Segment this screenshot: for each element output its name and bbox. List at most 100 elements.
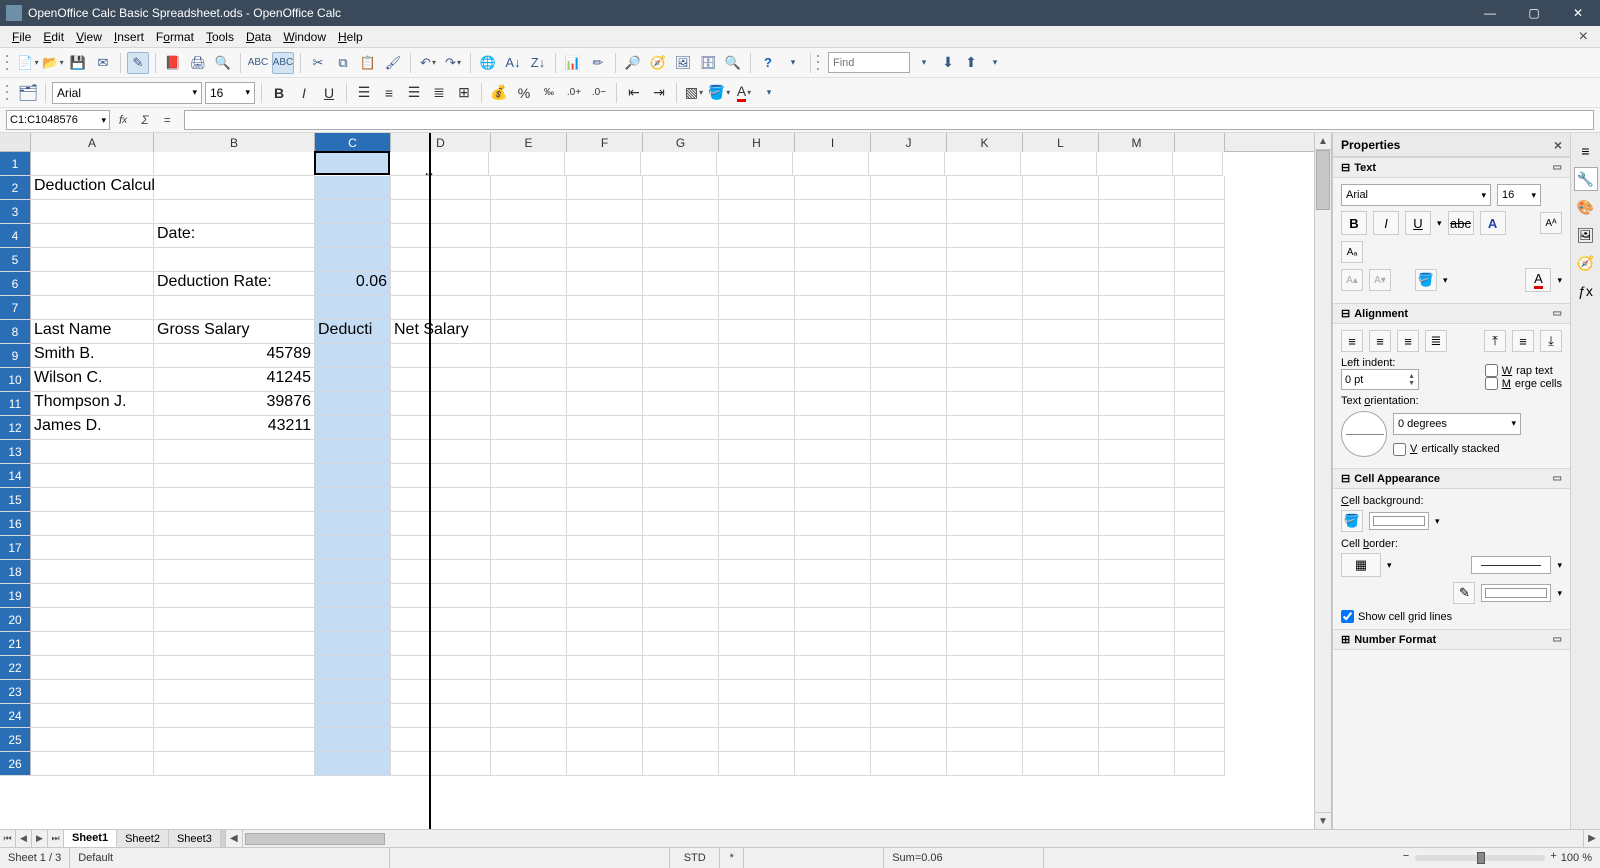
cell-E26[interactable] [491,752,567,776]
cell-J19[interactable] [871,584,947,608]
cell-M7[interactable] [1099,296,1175,320]
cell-B22[interactable] [154,656,315,680]
cell-E16[interactable] [491,512,567,536]
find-button[interactable]: 🔎 [622,52,644,74]
cell-E25[interactable] [491,728,567,752]
cell-I3[interactable] [795,200,871,224]
cell-I4[interactable] [795,224,871,248]
cell-M19[interactable] [1099,584,1175,608]
print-preview-button[interactable]: 🔍 [212,52,234,74]
cell-I7[interactable] [795,296,871,320]
cell-K11[interactable] [947,392,1023,416]
edit-mode-button[interactable]: ✎ [127,52,149,74]
sidebar-tab-functions[interactable]: ƒx [1574,279,1598,303]
cell-B2[interactable] [154,176,315,200]
cell-G7[interactable] [643,296,719,320]
cell-E15[interactable] [491,488,567,512]
cell-M4[interactable] [1099,224,1175,248]
bold-button[interactable]: B [268,82,290,104]
cell-M23[interactable] [1099,680,1175,704]
cell-N7[interactable] [1175,296,1225,320]
cell-G2[interactable] [643,176,719,200]
cell-D20[interactable] [391,608,491,632]
cell-L15[interactable] [1023,488,1099,512]
row-header-16[interactable]: 16 [0,512,31,536]
cell-C16[interactable] [315,512,391,536]
cell-C13[interactable] [315,440,391,464]
row-header-3[interactable]: 3 [0,200,31,224]
cell-B11[interactable]: 39876 [154,392,315,416]
row-header-25[interactable]: 25 [0,728,31,752]
cell-D21[interactable] [391,632,491,656]
cell-C12[interactable] [315,416,391,440]
cell-L2[interactable] [1023,176,1099,200]
cell-H14[interactable] [719,464,795,488]
cell-A26[interactable] [31,752,154,776]
menu-file[interactable]: File [6,28,37,46]
cell-K19[interactable] [947,584,1023,608]
cell-L7[interactable] [1023,296,1099,320]
cell-N13[interactable] [1175,440,1225,464]
hyperlink-button[interactable]: 🌐 [477,52,499,74]
cell-N23[interactable] [1175,680,1225,704]
cell-H25[interactable] [719,728,795,752]
cell-D24[interactable] [391,704,491,728]
cell-M18[interactable] [1099,560,1175,584]
cell-E1[interactable] [489,152,565,176]
cell-A13[interactable] [31,440,154,464]
cell-C24[interactable] [315,704,391,728]
cell-C6[interactable]: 0.06 [315,272,391,296]
cell-N5[interactable] [1175,248,1225,272]
cell-M14[interactable] [1099,464,1175,488]
cell-C14[interactable] [315,464,391,488]
cell-N24[interactable] [1175,704,1225,728]
row-header-8[interactable]: 8 [0,320,31,344]
cell-D16[interactable] [391,512,491,536]
cell-G17[interactable] [643,536,719,560]
col-header-C[interactable]: C [315,133,391,152]
cell-E2[interactable] [491,176,567,200]
cell-N1[interactable] [1173,152,1223,176]
cell-J9[interactable] [871,344,947,368]
sidebar-toggle-icon[interactable]: 🗂 [17,82,39,104]
cell-J4[interactable] [871,224,947,248]
menu-help[interactable]: Help [332,28,369,46]
cell-A5[interactable] [31,248,154,272]
cell-L4[interactable] [1023,224,1099,248]
cell-I19[interactable] [795,584,871,608]
cell-G1[interactable] [641,152,717,176]
cell-H18[interactable] [719,560,795,584]
cell-G15[interactable] [643,488,719,512]
cell-L17[interactable] [1023,536,1099,560]
copy-button[interactable]: ⧉ [332,52,354,74]
cell-I16[interactable] [795,512,871,536]
cell-D12[interactable] [391,416,491,440]
find-grip[interactable] [817,53,822,73]
merge-cells-button[interactable]: ⊞ [453,82,475,104]
sheet-tab-1[interactable]: Sheet1 [64,830,117,847]
undo-button[interactable]: ↶ [417,52,439,74]
tab-nav-first[interactable]: ⏮ [0,830,16,847]
align-left-button[interactable]: ☰ [353,82,375,104]
cell-A25[interactable] [31,728,154,752]
row-header-21[interactable]: 21 [0,632,31,656]
cell-F18[interactable] [567,560,643,584]
col-header-extra[interactable] [1175,133,1225,152]
font-color-button[interactable]: A [733,82,755,104]
align-justify[interactable]: ≣ [1425,330,1447,352]
cell-L23[interactable] [1023,680,1099,704]
navigator-button[interactable]: 🧭 [647,52,669,74]
cell-A8[interactable]: Last Name [31,320,154,344]
cell-J10[interactable] [871,368,947,392]
cell-M22[interactable] [1099,656,1175,680]
cell-H3[interactable] [719,200,795,224]
cell-A18[interactable] [31,560,154,584]
cell-G20[interactable] [643,608,719,632]
cell-G22[interactable] [643,656,719,680]
new-button[interactable]: 📄 [17,52,39,74]
cell-I25[interactable] [795,728,871,752]
cell-H5[interactable] [719,248,795,272]
save-button[interactable]: 💾 [67,52,89,74]
col-header-L[interactable]: L [1023,133,1099,152]
cell-K2[interactable] [947,176,1023,200]
